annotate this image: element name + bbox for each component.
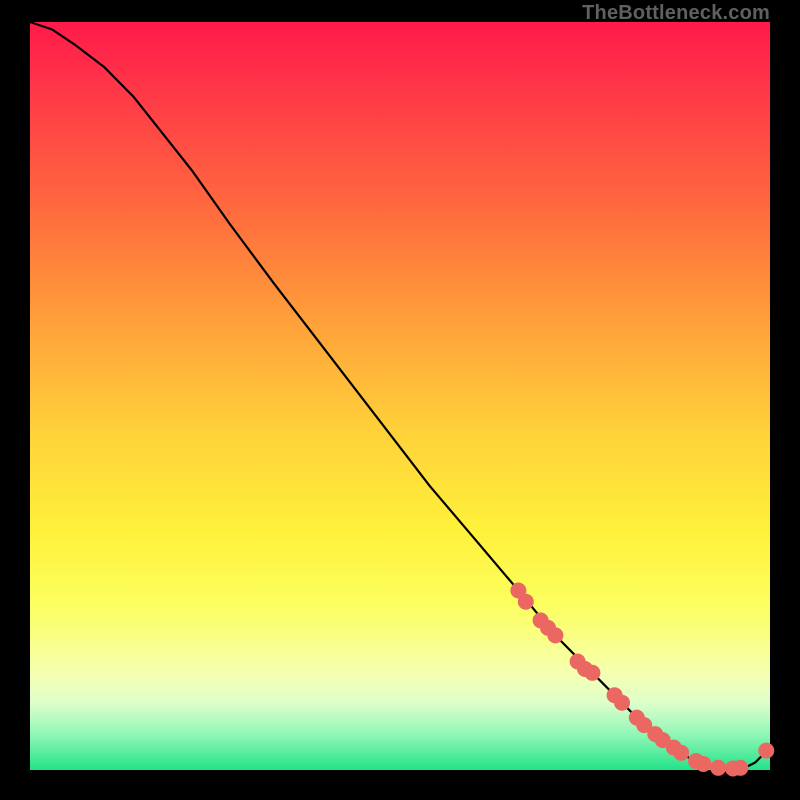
curve-svg xyxy=(30,22,770,770)
data-marker xyxy=(518,594,534,610)
data-marker xyxy=(547,627,563,643)
gradient-plot-area xyxy=(30,22,770,770)
data-marker xyxy=(732,760,748,776)
data-marker xyxy=(584,665,600,681)
data-marker xyxy=(673,745,689,761)
bottleneck-curve xyxy=(30,22,770,770)
data-marker xyxy=(758,743,774,759)
data-marker xyxy=(614,695,630,711)
chart-stage: TheBottleneck.com xyxy=(0,0,800,800)
data-marker xyxy=(695,756,711,772)
data-marker xyxy=(710,760,726,776)
marker-group xyxy=(510,583,774,777)
